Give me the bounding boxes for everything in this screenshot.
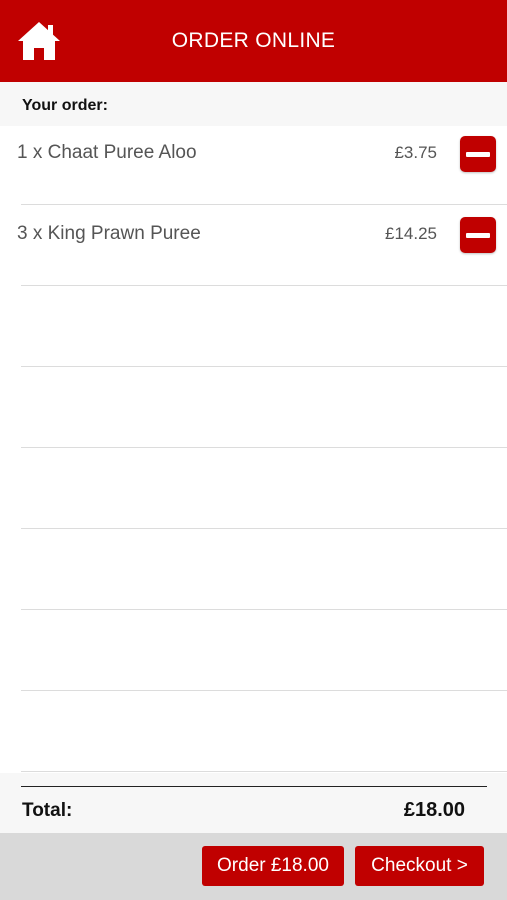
total-label: Total: xyxy=(22,800,73,821)
home-icon xyxy=(18,22,60,60)
order-item-row: 3 x King Prawn Puree £14.25 xyxy=(17,205,507,286)
checkout-button[interactable]: Checkout > xyxy=(355,846,484,886)
order-item-label: 3 x King Prawn Puree xyxy=(17,223,201,244)
footer-bar: Order £18.00 Checkout > xyxy=(0,833,507,900)
remove-item-button[interactable] xyxy=(460,136,496,172)
page-title: ORDER ONLINE xyxy=(171,29,336,52)
total-value: £18.00 xyxy=(403,799,465,821)
order-item-row: 1 x Chaat Puree Aloo £3.75 xyxy=(17,124,507,205)
empty-row xyxy=(21,448,507,529)
minus-icon xyxy=(466,232,490,238)
order-item-price: £14.25 xyxy=(385,224,437,243)
order-button[interactable]: Order £18.00 xyxy=(202,846,344,886)
order-item-label: 1 x Chaat Puree Aloo xyxy=(17,142,197,163)
home-button[interactable] xyxy=(16,20,62,62)
empty-row xyxy=(21,286,507,367)
order-heading-bar: Your order: xyxy=(0,82,507,126)
empty-row xyxy=(21,529,507,610)
empty-row xyxy=(21,367,507,448)
app-header: ORDER ONLINE xyxy=(0,0,507,82)
order-heading: Your order: xyxy=(22,97,108,114)
minus-icon xyxy=(466,151,490,157)
order-list: 1 x Chaat Puree Aloo £3.75 3 x King Praw… xyxy=(0,124,507,853)
remove-item-button[interactable] xyxy=(460,217,496,253)
empty-row xyxy=(21,691,507,772)
total-divider xyxy=(21,786,487,787)
order-item-price: £3.75 xyxy=(394,143,437,162)
empty-row xyxy=(21,610,507,691)
